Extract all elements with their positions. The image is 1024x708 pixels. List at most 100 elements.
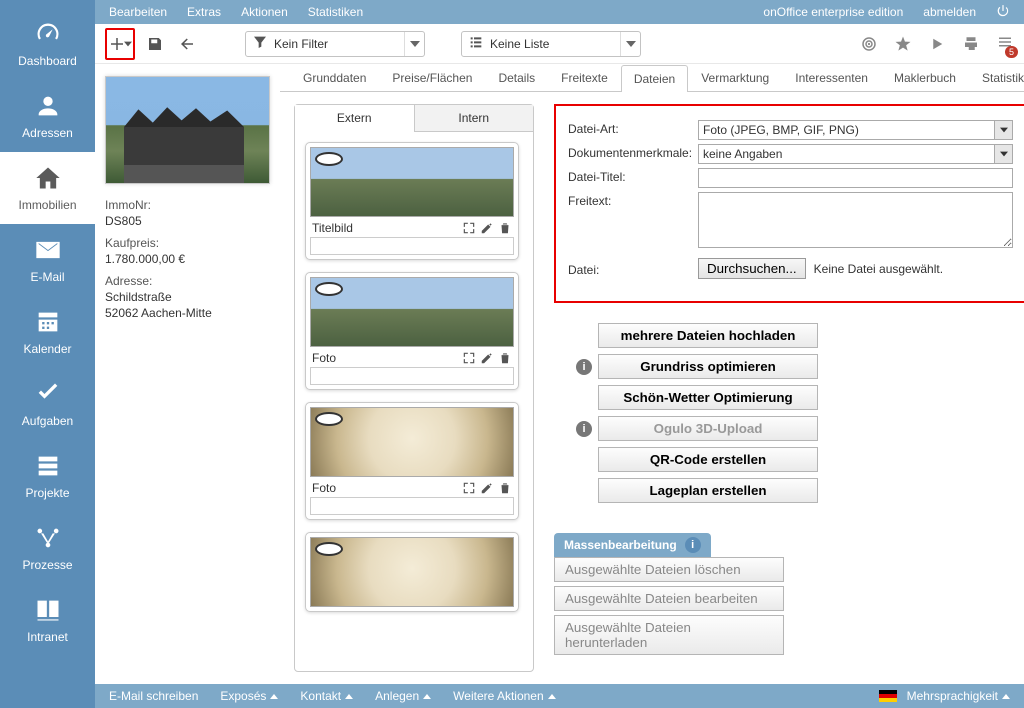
info-icon[interactable]: i xyxy=(576,359,592,375)
bottom-expose[interactable]: Exposés xyxy=(220,689,278,703)
trash-icon[interactable] xyxy=(498,481,512,495)
browse-button[interactable]: Durchsuchen... xyxy=(698,258,806,279)
menu-bearbeiten[interactable]: Bearbeiten xyxy=(109,5,167,19)
rail-immobilien[interactable]: Immobilien xyxy=(0,152,95,224)
file-thumb xyxy=(310,147,514,217)
expand-icon[interactable] xyxy=(462,351,476,365)
bottom-more[interactable]: Weitere Aktionen xyxy=(453,689,556,703)
save-button[interactable] xyxy=(143,32,167,56)
filter-value: Kein Filter xyxy=(274,37,328,51)
bottom-lang[interactable]: Mehrsprachigkeit xyxy=(879,689,1010,703)
menu-aktionen[interactable]: Aktionen xyxy=(241,5,288,19)
price-value: 1.780.000,00 € xyxy=(105,252,270,266)
file-card[interactable]: Foto xyxy=(305,402,519,520)
file-title-input[interactable] xyxy=(310,367,514,385)
tab-vermarktung[interactable]: Vermarktung xyxy=(688,64,782,91)
field-merkmale-select[interactable]: keine Angaben xyxy=(698,144,1013,164)
tab-preise[interactable]: Preise/Flächen xyxy=(379,64,485,91)
select-circle[interactable] xyxy=(315,152,343,166)
rail-prozesse[interactable]: Prozesse xyxy=(0,512,95,584)
rail-email[interactable]: E-Mail xyxy=(0,224,95,296)
mass-delete-button[interactable]: Ausgewählte Dateien löschen xyxy=(554,557,784,582)
expand-icon[interactable] xyxy=(462,221,476,235)
field-freitext-textarea[interactable] xyxy=(698,192,1013,248)
edit-icon[interactable] xyxy=(480,351,494,365)
addr-line1: Schildstraße xyxy=(105,290,270,304)
rail-projekte[interactable]: Projekte xyxy=(0,440,95,512)
menu-statistiken[interactable]: Statistiken xyxy=(308,5,363,19)
add-highlight xyxy=(105,28,135,60)
tab-statistik[interactable]: Statistik xyxy=(969,64,1024,91)
file-title-input[interactable] xyxy=(310,237,514,255)
tab-dateien[interactable]: Dateien xyxy=(621,65,688,92)
tab-maklerbuch[interactable]: Maklerbuch xyxy=(881,64,969,91)
logout-link[interactable]: abmelden xyxy=(923,5,976,19)
select-circle[interactable] xyxy=(315,542,343,556)
wetter-button[interactable]: Schön-Wetter Optimierung xyxy=(598,385,818,410)
rail-aufgaben[interactable]: Aufgaben xyxy=(0,368,95,440)
tab-details[interactable]: Details xyxy=(485,64,548,91)
file-card[interactable]: Foto xyxy=(305,272,519,390)
mass-edit-button[interactable]: Ausgewählte Dateien bearbeiten xyxy=(554,586,784,611)
select-circle[interactable] xyxy=(315,412,343,426)
tab-body: Extern Intern Titelbild Foto xyxy=(280,92,1024,684)
gauge-icon xyxy=(34,20,62,48)
tab-interessenten[interactable]: Interessenten xyxy=(782,64,881,91)
tab-grunddaten[interactable]: Grunddaten xyxy=(290,64,379,91)
thumbnails-scroll[interactable]: Titelbild Foto Foto xyxy=(295,132,533,671)
file-title-input[interactable] xyxy=(310,497,514,515)
rail-dashboard[interactable]: Dashboard xyxy=(0,8,95,80)
field-art-select[interactable]: Foto (JPEG, BMP, GIF, PNG) xyxy=(698,120,1013,140)
subtab-extern[interactable]: Extern xyxy=(295,105,415,132)
grundriss-button[interactable]: Grundriss optimieren xyxy=(598,354,818,379)
back-button[interactable] xyxy=(175,32,199,56)
star-icon[interactable] xyxy=(894,35,912,53)
stack-icon xyxy=(34,452,62,480)
addr-label: Adresse: xyxy=(105,274,270,288)
triangle-up-icon xyxy=(548,694,556,699)
expand-icon[interactable] xyxy=(462,481,476,495)
file-thumb xyxy=(310,407,514,477)
file-label: Foto xyxy=(312,481,336,495)
ogulo-button[interactable]: Ogulo 3D-Upload xyxy=(598,416,818,441)
notif-icon[interactable] xyxy=(996,33,1014,54)
funnel-icon xyxy=(252,34,268,53)
multi-upload-button[interactable]: mehrere Dateien hochladen xyxy=(598,323,818,348)
target-icon[interactable] xyxy=(860,35,878,53)
add-button[interactable] xyxy=(108,32,132,56)
file-tools xyxy=(462,351,512,365)
edit-icon[interactable] xyxy=(480,481,494,495)
edit-icon[interactable] xyxy=(480,221,494,235)
info-icon[interactable]: i xyxy=(685,537,701,553)
rail-intranet-label: Intranet xyxy=(27,630,68,644)
lageplan-button[interactable]: Lageplan erstellen xyxy=(598,478,818,503)
rail-intranet[interactable]: Intranet xyxy=(0,584,95,656)
list-combo[interactable]: Keine Liste xyxy=(461,31,641,57)
print-icon[interactable] xyxy=(962,35,980,53)
edition-label: onOffice enterprise edition xyxy=(763,5,903,19)
power-icon[interactable] xyxy=(996,4,1010,21)
mass-download-button[interactable]: Ausgewählte Dateien herunterladen xyxy=(554,615,784,655)
trash-icon[interactable] xyxy=(498,221,512,235)
rail-adressen[interactable]: Adressen xyxy=(0,80,95,152)
file-card[interactable] xyxy=(305,532,519,612)
info-icon[interactable]: i xyxy=(576,421,592,437)
bottom-kontakt[interactable]: Kontakt xyxy=(300,689,353,703)
field-titel-input[interactable] xyxy=(698,168,1013,188)
filter-combo[interactable]: Kein Filter xyxy=(245,31,425,57)
bottom-mail[interactable]: E-Mail schreiben xyxy=(109,689,198,703)
rail-kalender[interactable]: Kalender xyxy=(0,296,95,368)
select-circle[interactable] xyxy=(315,282,343,296)
file-card[interactable]: Titelbild xyxy=(305,142,519,260)
menu-extras[interactable]: Extras xyxy=(187,5,221,19)
check-icon xyxy=(34,380,62,408)
tab-freitexte[interactable]: Freitexte xyxy=(548,64,621,91)
subtab-intern[interactable]: Intern xyxy=(415,105,534,132)
qr-button[interactable]: QR-Code erstellen xyxy=(598,447,818,472)
mass-heading: Massenbearbeitungi xyxy=(554,533,711,557)
thumbnails-panel: Extern Intern Titelbild Foto xyxy=(294,104,534,672)
rail-immobilien-label: Immobilien xyxy=(18,198,76,212)
play-icon[interactable] xyxy=(928,35,946,53)
trash-icon[interactable] xyxy=(498,351,512,365)
bottom-anlegen[interactable]: Anlegen xyxy=(375,689,431,703)
